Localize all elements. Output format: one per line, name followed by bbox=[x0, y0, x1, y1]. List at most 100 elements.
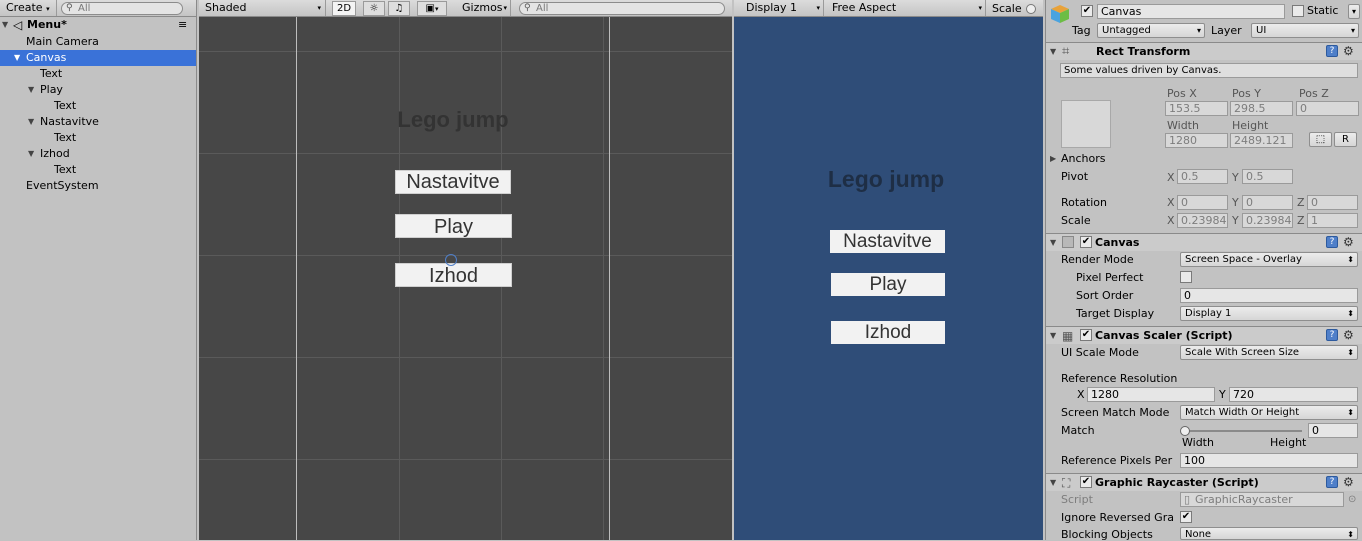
script-field[interactable]: ▯ GraphicRaycaster bbox=[1180, 492, 1344, 507]
pos-x-field[interactable]: 153.5 bbox=[1165, 101, 1228, 116]
pixel-perfect-checkbox[interactable] bbox=[1180, 271, 1192, 283]
hierarchy-item-text[interactable]: Text bbox=[0, 130, 196, 146]
anchors-label[interactable]: Anchors bbox=[1061, 152, 1106, 165]
render-mode-dropdown[interactable]: Screen Space - Overlay ⬍ bbox=[1180, 252, 1358, 267]
scale-slider-thumb[interactable] bbox=[1026, 4, 1036, 14]
game-button-nastavitve[interactable]: Nastavitve bbox=[830, 230, 945, 253]
height-field[interactable]: 2489.121 bbox=[1230, 133, 1293, 148]
audio-toggle[interactable]: ♫ bbox=[388, 1, 410, 16]
gear-icon[interactable]: ⚙ bbox=[1343, 236, 1354, 248]
expand-triangle-icon[interactable]: ▼ bbox=[2, 17, 8, 33]
scene-title-text[interactable]: Lego jump bbox=[369, 107, 537, 133]
reference-pixels-field[interactable]: 100 bbox=[1180, 453, 1358, 468]
expand-triangle-icon[interactable]: ▼ bbox=[1050, 238, 1056, 247]
scene-root-row[interactable]: ▼ ◁ Menu* ≡ bbox=[0, 17, 196, 33]
hierarchy-search-input[interactable]: ⚲ All bbox=[61, 2, 183, 15]
match-slider-thumb[interactable] bbox=[1180, 426, 1190, 436]
scale-x-field[interactable]: 0.23984 bbox=[1177, 213, 1228, 228]
raw-edit-mode-button[interactable]: R bbox=[1334, 132, 1357, 147]
display-dropdown[interactable]: Display 1 ▾ bbox=[740, 0, 824, 16]
hierarchy-toolbar: Create ▾ ⚲ All bbox=[0, 0, 196, 17]
anchor-preset-icon[interactable] bbox=[1061, 100, 1111, 148]
canvas-scaler-enabled-checkbox[interactable]: ✔ bbox=[1080, 329, 1092, 341]
game-button-play[interactable]: Play bbox=[831, 273, 945, 296]
effects-dropdown[interactable]: ▣▾ bbox=[417, 1, 447, 16]
expand-triangle-icon[interactable]: ▼ bbox=[1050, 478, 1056, 487]
2d-toggle[interactable]: 2D bbox=[332, 1, 357, 16]
match-slider-track[interactable] bbox=[1182, 430, 1302, 432]
rotation-y-field[interactable]: 0 bbox=[1242, 195, 1293, 210]
canvas-component-header[interactable]: ▼ ✔ Canvas ? ⚙ bbox=[1046, 233, 1362, 251]
collapse-triangle-icon[interactable]: ▶ bbox=[1050, 154, 1056, 163]
scene-menu-icon[interactable]: ≡ bbox=[178, 17, 187, 33]
game-button-izhod[interactable]: Izhod bbox=[831, 321, 945, 344]
tag-dropdown[interactable]: Untagged ▾ bbox=[1097, 23, 1205, 38]
gear-icon[interactable]: ⚙ bbox=[1343, 476, 1354, 488]
static-dropdown[interactable]: ▾ bbox=[1348, 4, 1360, 19]
canvas-scaler-header[interactable]: ▼ ▦ ✔ Canvas Scaler (Script) ? ⚙ bbox=[1046, 326, 1362, 344]
help-icon[interactable]: ? bbox=[1326, 236, 1338, 248]
static-checkbox[interactable] bbox=[1292, 5, 1304, 17]
expand-triangle-icon[interactable]: ▼ bbox=[1050, 331, 1056, 340]
hierarchy-item-text[interactable]: Text bbox=[0, 98, 196, 114]
scene-button-nastavitve[interactable]: Nastavitve bbox=[395, 170, 511, 194]
ignore-reversed-checkbox[interactable]: ✔ bbox=[1180, 511, 1192, 523]
help-icon[interactable]: ? bbox=[1326, 329, 1338, 341]
expand-triangle-icon[interactable]: ▼ bbox=[28, 146, 34, 162]
z-axis-label: Z bbox=[1297, 214, 1305, 227]
sort-order-field[interactable]: 0 bbox=[1180, 288, 1358, 303]
ui-scale-mode-dropdown[interactable]: Scale With Screen Size ⬍ bbox=[1180, 345, 1358, 360]
gizmos-dropdown[interactable]: Gizmos ▾ bbox=[456, 0, 511, 16]
graphic-raycaster-header[interactable]: ▼ ⛶ ✔ Graphic Raycaster (Script) ? ⚙ bbox=[1046, 473, 1362, 491]
layer-dropdown[interactable]: UI ▾ bbox=[1251, 23, 1359, 38]
match-value-field[interactable]: 0 bbox=[1308, 423, 1358, 438]
scene-view[interactable]: Shaded ▾ 2D ☼ ♫ ▣▾ Gizmos ▾ ⚲ All Lego jump… bbox=[199, 0, 732, 540]
target-display-dropdown[interactable]: Display 1 ⬍ bbox=[1180, 306, 1358, 321]
expand-triangle-icon[interactable]: ▼ bbox=[1050, 47, 1056, 56]
pivot-handle-icon[interactable] bbox=[445, 254, 457, 266]
pivot-x-field[interactable]: 0.5 bbox=[1177, 169, 1228, 184]
canvas-enabled-checkbox[interactable]: ✔ bbox=[1080, 236, 1092, 248]
object-picker-icon[interactable]: ⊙ bbox=[1348, 494, 1356, 505]
reference-resolution-x-field[interactable]: 1280 bbox=[1087, 387, 1215, 402]
aspect-dropdown[interactable]: Free Aspect ▾ bbox=[826, 0, 986, 16]
hierarchy-item-play[interactable]: ▼ Play bbox=[0, 82, 196, 98]
lighting-toggle[interactable]: ☼ bbox=[363, 1, 385, 16]
blueprint-mode-button[interactable]: ⬚ bbox=[1309, 132, 1332, 147]
gear-icon[interactable]: ⚙ bbox=[1343, 45, 1354, 57]
reference-resolution-y-field[interactable]: 720 bbox=[1229, 387, 1358, 402]
hierarchy-item-canvas[interactable]: ▼ Canvas bbox=[0, 50, 196, 66]
hierarchy-item-main-camera[interactable]: Main Camera bbox=[0, 34, 196, 50]
blocking-objects-dropdown[interactable]: None ⬍ bbox=[1180, 527, 1358, 540]
shading-mode-dropdown[interactable]: Shaded ▾ bbox=[199, 0, 326, 16]
active-checkbox[interactable]: ✔ bbox=[1081, 5, 1093, 17]
pos-x-label: Pos X bbox=[1167, 87, 1197, 100]
hierarchy-item-nastavitve[interactable]: ▼ Nastavitve bbox=[0, 114, 196, 130]
gear-icon[interactable]: ⚙ bbox=[1343, 329, 1354, 341]
scale-y-field[interactable]: 0.23984 bbox=[1242, 213, 1293, 228]
help-icon[interactable]: ? bbox=[1326, 476, 1338, 488]
expand-triangle-icon[interactable]: ▼ bbox=[28, 114, 34, 130]
rotation-x-field[interactable]: 0 bbox=[1177, 195, 1228, 210]
expand-triangle-icon[interactable]: ▼ bbox=[28, 82, 34, 98]
create-dropdown[interactable]: Create ▾ bbox=[0, 0, 57, 16]
width-field[interactable]: 1280 bbox=[1165, 133, 1228, 148]
hierarchy-item-izhod[interactable]: ▼ Izhod bbox=[0, 146, 196, 162]
object-name-field[interactable]: Canvas bbox=[1097, 4, 1285, 19]
expand-triangle-icon[interactable]: ▼ bbox=[14, 50, 20, 66]
hierarchy-item-text[interactable]: Text bbox=[0, 162, 196, 178]
scene-button-play[interactable]: Play bbox=[395, 214, 512, 238]
rect-transform-header[interactable]: ▼ ⌗ Rect Transform ? ⚙ bbox=[1046, 42, 1362, 60]
pivot-y-field[interactable]: 0.5 bbox=[1242, 169, 1293, 184]
help-icon[interactable]: ? bbox=[1326, 45, 1338, 57]
screen-match-mode-dropdown[interactable]: Match Width Or Height ⬍ bbox=[1180, 405, 1358, 420]
scene-search-input[interactable]: ⚲ All bbox=[519, 2, 725, 15]
rotation-z-field[interactable]: 0 bbox=[1307, 195, 1358, 210]
pos-y-field[interactable]: 298.5 bbox=[1230, 101, 1293, 116]
hierarchy-item-text[interactable]: Text bbox=[0, 66, 196, 82]
scene-button-izhod[interactable]: Izhod bbox=[395, 263, 512, 287]
pos-z-field[interactable]: 0 bbox=[1296, 101, 1359, 116]
scale-z-field[interactable]: 1 bbox=[1307, 213, 1358, 228]
graphic-raycaster-enabled-checkbox[interactable]: ✔ bbox=[1080, 476, 1092, 488]
hierarchy-item-eventsystem[interactable]: EventSystem bbox=[0, 178, 196, 194]
